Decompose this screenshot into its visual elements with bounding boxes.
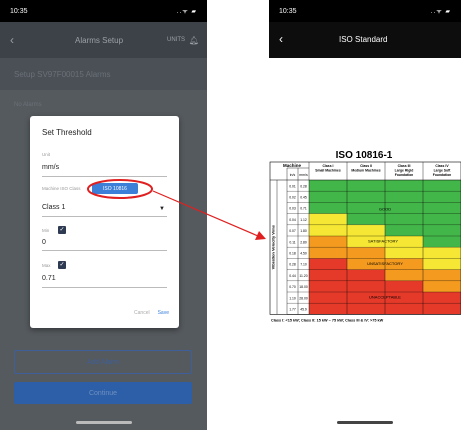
right-phone-screen: 10:35 ..ᯤ ▰ ‹ ISO Standard ISO 10816-1 Ma… (269, 0, 461, 430)
class-header-3-line-2: Large Rigid (395, 169, 414, 173)
chevron-down-icon[interactable]: ▼ (159, 206, 165, 212)
min-label: Min (42, 228, 50, 233)
row-in-s-value: 0.07 (289, 229, 296, 233)
row-in-s-value: 1.77 (289, 307, 296, 311)
status-icons: ..ᯤ ▰ (176, 9, 197, 15)
left-phone-screen: 10:35 ..ᯤ ▰ ‹ Alarms Setup UNITS 🔔︎ Setu… (0, 0, 207, 430)
dialog-title: Set Threshold (42, 128, 92, 137)
row-mm-s-value: 7.10 (300, 263, 307, 267)
class-header-4-line-3: Foundation (433, 173, 451, 177)
row-mm-s-value: 28.00 (299, 296, 308, 300)
unit-underline (42, 176, 167, 177)
cancel-button[interactable]: Cancel (134, 310, 150, 316)
row-mm-s-value: 18.00 (299, 285, 308, 289)
continue-button[interactable]: Continue (14, 382, 192, 404)
home-indicator (337, 421, 393, 424)
save-button[interactable]: Save (158, 310, 169, 316)
row-in-s-value: 0.01 (289, 184, 296, 188)
unit-in-s-header: in/s (290, 173, 296, 177)
row-in-s-value: 1.10 (289, 296, 296, 300)
row-mm-s-value: 45.9 (300, 307, 307, 311)
arrow-head (255, 231, 266, 240)
row-mm-s-value: 4.50 (300, 251, 307, 255)
status-icons: ..ᯤ ▰ (430, 9, 451, 15)
min-checkbox[interactable]: ✓ (58, 226, 66, 234)
class-header-2-line-2: Medium Machines (351, 169, 380, 173)
zone-good-class-1 (309, 180, 347, 214)
set-threshold-dialog: Set Threshold Unit mm/s Machine ISO Clas… (30, 116, 179, 328)
class-underline (42, 216, 167, 217)
row-in-s-value: 0.18 (289, 251, 296, 255)
units-button[interactable]: UNITS (167, 37, 185, 43)
row-in-s-value: 0.28 (289, 263, 296, 267)
status-bar: 10:35 ..ᯤ ▰ (0, 0, 207, 22)
vibration-velocity-label: Vibration Velocity Vrms (271, 224, 276, 269)
iso-chart-area: ISO 10816-1 Machine in/s mm/s Class I Small M… (269, 58, 461, 430)
class-header-3-line-3: Foundation (395, 173, 413, 177)
row-mm-s-value: 0.28 (300, 184, 307, 188)
unit-mm-s-header: mm/s (299, 173, 308, 177)
row-mm-s-value: 1.12 (300, 218, 307, 222)
row-in-s-value: 0.03 (289, 207, 296, 211)
page-title: ISO Standard (339, 35, 388, 44)
class-select[interactable]: Class 1 (42, 204, 65, 211)
row-in-s-value: 0.11 (289, 240, 295, 244)
alarms-setup-header: ‹ Alarms Setup UNITS 🔔︎ (0, 22, 207, 58)
class-legend-footer: Class I: <15 kW; Class II: 15 kW ~ 75 kW… (271, 318, 384, 322)
status-time: 10:35 (10, 7, 28, 15)
row-mm-s-value: 0.71 (300, 207, 307, 211)
home-indicator (76, 421, 132, 424)
machine-iso-class-label: Machine ISO Class (42, 186, 81, 191)
class-header-2-line-1: Class II (360, 164, 372, 168)
row-mm-s-value: 0.45 (300, 195, 307, 199)
zone-unacceptable-class-1 (309, 258, 347, 315)
setup-bar: Setup SV97F00015 Alarms (0, 58, 207, 90)
row-in-s-value: 0.04 (289, 218, 296, 222)
row-in-s-value: 0.44 (289, 274, 296, 278)
zone-label-good: GOOD (379, 206, 391, 211)
min-underline (42, 250, 167, 251)
max-field[interactable]: 0.71 (42, 275, 56, 282)
unit-label: Unit (42, 152, 51, 157)
max-checkbox[interactable]: ✓ (58, 261, 66, 269)
zone-label-satisfactory: SATISFACTORY (368, 239, 398, 244)
min-field[interactable]: 0 (42, 239, 46, 246)
machine-header: Machine (283, 163, 302, 168)
iso-standard-header: ‹ ISO Standard (269, 22, 461, 58)
class-header-4-line-1: Class IV (435, 164, 449, 168)
bell-icon[interactable]: 🔔︎ (189, 36, 199, 45)
max-underline (42, 287, 167, 288)
unit-field[interactable]: mm/s (42, 164, 59, 171)
back-chevron-icon[interactable]: ‹ (279, 32, 283, 46)
row-in-s-value: 0.70 (289, 285, 296, 289)
row-mm-s-value: 2.80 (300, 240, 307, 244)
row-mm-s-value: 11.20 (299, 274, 307, 278)
page-title: Alarms Setup (75, 35, 124, 45)
class-header-4-line-2: Large Soft (434, 169, 452, 173)
status-bar: 10:35 ..ᯤ ▰ (269, 0, 461, 22)
max-label: Max (42, 263, 51, 268)
iso-10816-button[interactable]: ISO 10816 (92, 183, 138, 194)
back-chevron-icon[interactable]: ‹ (10, 33, 14, 47)
zone-label-unsatisfactory: UNSATISFACTORY (367, 261, 403, 266)
row-in-s-value: 0.02 (289, 195, 296, 199)
row-mm-s-value: 1.80 (300, 229, 307, 233)
class-header-1-line-2: Small Machines (315, 169, 341, 173)
table-title: ISO 10816-1 (336, 150, 393, 161)
class-header-1-line-1: Class I (323, 164, 334, 168)
class-header-3-line-1: Class III (398, 164, 411, 168)
iso-10816-table: ISO 10816-1 Machine in/s mm/s Class ISmall M… (269, 150, 461, 322)
zone-label-unacceptable: UNACCEPTABLE (369, 295, 401, 300)
dialog-actions: Cancel Save (134, 310, 169, 316)
no-alarms-text: No Alarms (14, 102, 42, 108)
add-alarm-button[interactable]: Add Alarm (14, 350, 192, 374)
status-time: 10:35 (279, 7, 297, 15)
